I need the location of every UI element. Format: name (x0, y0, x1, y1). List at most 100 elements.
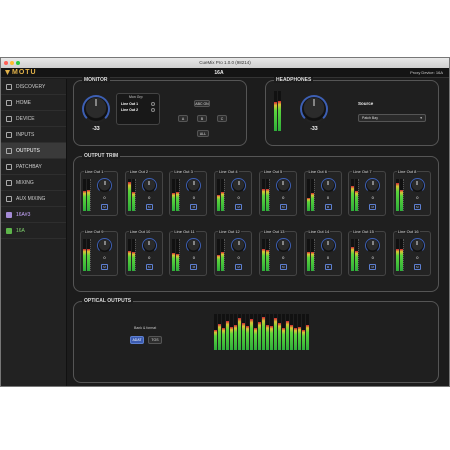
mon-grp-output-2[interactable]: Line Out 2 (121, 108, 138, 112)
mute-button[interactable]: M (279, 264, 287, 270)
mute-button[interactable]: M (413, 204, 421, 210)
sidebar-item-mixing[interactable]: MIXING (1, 175, 66, 191)
mute-button[interactable]: M (413, 264, 421, 270)
minimize-icon[interactable] (10, 61, 14, 65)
source-select[interactable]: Patch Bay ▾ (358, 114, 426, 122)
optical-meter-bar (262, 314, 265, 350)
trim-knob[interactable] (409, 178, 425, 193)
sidebar-item-inputs[interactable]: INPUTS (1, 127, 66, 143)
optical-meter-bar (250, 314, 253, 350)
mute-button[interactable]: M (324, 204, 332, 210)
optical-meter-bar (294, 314, 297, 350)
output-2-remove-icon[interactable] (151, 108, 155, 112)
logo-text: MOTU (12, 69, 37, 76)
mon-grp-output-1[interactable]: Line Out 1 (121, 102, 138, 106)
mute-button[interactable]: M (324, 264, 332, 270)
group-c-button[interactable]: C (217, 115, 227, 122)
trim-knob[interactable] (141, 178, 157, 193)
trim-knob[interactable] (275, 238, 291, 253)
output-meter-level (127, 182, 131, 211)
mute-button[interactable]: M (145, 204, 153, 210)
output-meter (395, 239, 403, 271)
sidebar-item-home[interactable]: HOME (1, 95, 66, 111)
optical-meter-bar (226, 314, 229, 350)
trim-knob[interactable] (365, 238, 381, 253)
meter-scale (268, 239, 271, 271)
source-value: Patch Bay (362, 116, 378, 120)
output-strip: Line Out 1 0 M (80, 169, 118, 216)
close-icon[interactable] (4, 61, 8, 65)
mute-button[interactable]: M (279, 204, 287, 210)
output-strip-label: Line Out 13 (262, 229, 286, 234)
trim-knob[interactable] (409, 238, 425, 253)
group-a-button[interactable]: A (178, 115, 188, 122)
mute-button[interactable]: M (235, 264, 243, 270)
optical-meter-bar (242, 314, 245, 350)
trim-knob[interactable] (231, 238, 247, 253)
optical-meter-bar (266, 314, 269, 350)
output-strip: Line Out 7 0 M (348, 169, 387, 216)
trim-knob[interactable] (186, 238, 202, 253)
optical-meter-bar (214, 314, 217, 350)
trim-knob[interactable] (97, 178, 112, 193)
output-strip-label: Line Out 3 (173, 169, 194, 174)
mute-button[interactable]: M (101, 204, 108, 210)
output-meter (127, 179, 135, 211)
trim-knob[interactable] (231, 178, 247, 193)
output-meter-bar (172, 179, 176, 211)
output-meter-bar (127, 179, 131, 211)
output-meter-level (395, 248, 399, 271)
device-purple-icon (6, 211, 12, 218)
window-controls[interactable] (4, 61, 20, 65)
monitor-knob[interactable] (82, 95, 110, 123)
trim-value: 0 (416, 255, 419, 260)
mute-button[interactable]: M (369, 204, 377, 210)
headphones-meter-level (278, 101, 281, 131)
adat-button[interactable]: ADAT (130, 336, 144, 344)
abc-on-button[interactable]: ABC ON (194, 100, 210, 107)
sidebar-item-discovery[interactable]: DISCOVERY (1, 79, 66, 95)
sidebar: DISCOVERY HOME DEVICE INPUTS OUTPUTS PATCHBAY… (1, 79, 67, 386)
group-all-button[interactable]: ALL (197, 130, 209, 137)
monitor-value: -33 (92, 126, 100, 132)
trim-knob[interactable] (320, 238, 336, 253)
optical-meter-level (234, 324, 237, 350)
mute-button[interactable]: M (101, 264, 108, 270)
trim-knob[interactable] (320, 178, 336, 193)
sidebar-item-outputs[interactable]: OUTPUTS (1, 143, 66, 159)
output-1-remove-icon[interactable] (151, 102, 155, 106)
output-meter-level (83, 191, 86, 211)
mute-button[interactable]: M (369, 264, 377, 270)
sidebar-item-patchbay[interactable]: PATCHBAY (1, 159, 66, 175)
output-meter (172, 179, 180, 211)
sidebar-item-label: HOME (16, 99, 31, 106)
sidebar-item-aux-mixing[interactable]: AUX MIXING (1, 191, 66, 207)
output-meter (306, 179, 314, 211)
trim-knob[interactable] (275, 178, 291, 193)
mute-button[interactable]: M (145, 264, 153, 270)
trim-knob[interactable] (365, 178, 381, 193)
output-meter-level (127, 251, 131, 271)
sidebar-item-16a-3[interactable]: 16A#3 (1, 207, 66, 223)
trim-value: 0 (148, 195, 151, 200)
zoom-icon[interactable] (16, 61, 20, 65)
mute-button[interactable]: M (190, 204, 198, 210)
mute-button[interactable]: M (235, 204, 243, 210)
optical-meter-level (238, 317, 241, 350)
tos-button[interactable]: TOS (148, 336, 162, 344)
meter-scale (224, 239, 226, 271)
meter-scale (358, 179, 360, 211)
optical-meter-level (222, 328, 225, 350)
mute-button[interactable]: M (190, 264, 198, 270)
output-strip: Line Out 2 0 M (124, 169, 163, 216)
trim-knob[interactable] (97, 238, 112, 253)
optical-meter-bar (306, 314, 309, 350)
output-meter-bar (306, 239, 310, 271)
headphones-knob[interactable] (300, 95, 328, 123)
trim-knob[interactable] (186, 178, 202, 193)
sidebar-item-device[interactable]: DEVICE (1, 111, 66, 127)
trim-knob[interactable] (141, 238, 157, 253)
sidebar-item-16a[interactable]: 16A (1, 223, 66, 239)
group-b-button[interactable]: B (197, 115, 207, 122)
sidebar-item-label: DEVICE (16, 115, 35, 122)
